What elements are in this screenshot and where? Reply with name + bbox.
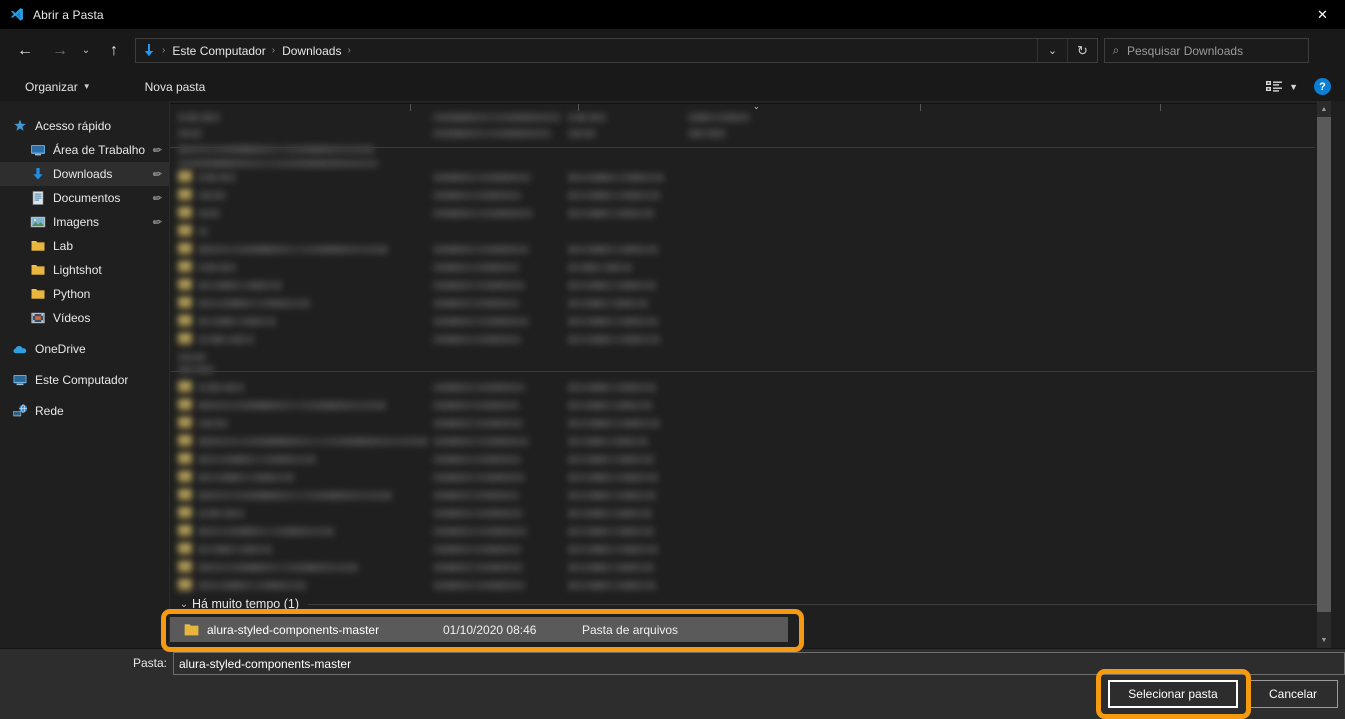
folder-icon <box>30 262 46 278</box>
new-folder-button[interactable]: Nova pasta <box>139 76 212 98</box>
cloud-icon <box>12 341 28 357</box>
sidebar-item-label: Este Computador <box>35 373 129 387</box>
file-type: Pasta de arquivos <box>582 622 679 637</box>
open-folder-dialog: Abrir a Pasta ✕ ← → ⌄ ↑ › Este Computado… <box>0 0 1345 719</box>
sidebar-item-onedrive[interactable]: OneDrive <box>0 337 169 361</box>
folder-icon <box>30 286 46 302</box>
path-input-value: alura-styled-components-master <box>179 656 352 671</box>
folder-icon <box>30 238 46 254</box>
help-button[interactable]: ? <box>1314 78 1331 95</box>
sidebar-item-imagens[interactable]: Imagens ✐ <box>0 210 169 234</box>
list-view-icon[interactable] <box>1265 79 1285 95</box>
sidebar-item-label: Downloads <box>53 167 113 181</box>
command-bar: Organizar ▼ Nova pasta ▼ ? <box>0 72 1345 101</box>
pin-icon: ✐ <box>148 142 164 158</box>
file-date: 01/10/2020 08:46 <box>443 622 537 637</box>
file-group-title: Há muito tempo (1) <box>192 597 299 611</box>
sidebar-item-label: Área de Trabalho <box>53 143 146 157</box>
scrollbar-thumb[interactable] <box>1317 117 1331 612</box>
search-box[interactable]: ⌕ Pesquisar Downloads <box>1104 38 1309 63</box>
breadcrumb-separator-2: › <box>347 45 351 56</box>
breadcrumb-separator-1: › <box>271 45 276 56</box>
sidebar-item-label: Python <box>53 287 91 301</box>
forward-button[interactable]: → <box>47 36 73 66</box>
breadcrumb-separator-0: › <box>162 45 166 56</box>
vscode-logo-icon <box>9 7 25 23</box>
new-folder-label: Nova pasta <box>144 79 206 94</box>
navigation-bar: ← → ⌄ ↑ › Este Computador › Downloads › … <box>0 29 1345 72</box>
scroll-up-arrow-icon[interactable]: ▲ <box>1317 101 1331 117</box>
breadcrumb-item-1[interactable]: Downloads <box>279 44 344 58</box>
organize-button[interactable]: Organizar ▼ <box>19 76 97 98</box>
chevron-down-icon: ▼ <box>82 82 91 91</box>
select-folder-button[interactable]: Selecionar pasta <box>1108 680 1238 708</box>
search-input[interactable]: Pesquisar Downloads <box>1127 44 1243 58</box>
path-input[interactable]: alura-styled-components-master <box>173 652 1345 675</box>
pin-icon: ✐ <box>148 166 164 182</box>
download-arrow-icon <box>30 166 46 182</box>
back-button[interactable]: ← <box>12 36 38 66</box>
desktop-monitor-icon <box>30 142 46 158</box>
vertical-scrollbar[interactable]: ▲ ▼ <box>1317 101 1331 648</box>
navigation-pane: Acesso rápido Área de Trabalho ✐ Downloa… <box>0 101 170 648</box>
title-bar: Abrir a Pasta ✕ <box>0 0 1345 29</box>
sidebar-item-rede[interactable]: Rede <box>0 399 169 423</box>
sidebar-item-area-de-trabalho[interactable]: Área de Trabalho ✐ <box>0 138 169 162</box>
breadcrumb-item-0[interactable]: Este Computador <box>169 44 268 58</box>
view-options-chevron-icon[interactable]: ▼ <box>1289 82 1298 92</box>
folder-icon <box>184 623 199 636</box>
star-icon <box>12 118 28 134</box>
pin-icon: ✐ <box>148 214 164 230</box>
search-icon: ⌕ <box>1112 43 1120 57</box>
group-rule <box>307 603 1321 605</box>
file-list-pane[interactable]: ⌄ ⌄ Há muito tempo (1) alura-styled-comp… <box>170 101 1331 648</box>
window-title: Abrir a Pasta <box>33 7 104 22</box>
sidebar-item-lightshot[interactable]: Lightshot <box>0 258 169 282</box>
file-name: alura-styled-components-master <box>207 622 380 637</box>
picture-icon <box>30 214 46 230</box>
recent-locations-icon[interactable]: ⌄ <box>78 36 94 66</box>
sidebar-item-label: Vídeos <box>53 311 91 325</box>
sidebar-item-documentos[interactable]: Documentos ✐ <box>0 186 169 210</box>
redacted-file-entries <box>170 109 1331 599</box>
chevron-down-icon[interactable]: ⌄ <box>1037 39 1067 62</box>
cancel-button[interactable]: Cancelar <box>1248 680 1338 708</box>
path-label: Pasta: <box>133 656 168 670</box>
sidebar-item-acesso-rapido[interactable]: Acesso rápido <box>0 114 169 138</box>
dialog-body: Acesso rápido Área de Trabalho ✐ Downloa… <box>0 101 1345 648</box>
sidebar-item-label: Lab <box>53 239 74 253</box>
computer-icon <box>12 372 28 388</box>
file-group-header[interactable]: ⌄ Há muito tempo (1) <box>176 594 1321 614</box>
sidebar-item-label: Lightshot <box>53 263 102 277</box>
address-bar[interactable]: › Este Computador › Downloads › ⌄ ↻ <box>135 38 1098 63</box>
organize-label: Organizar <box>25 79 78 94</box>
network-icon <box>12 403 28 419</box>
sidebar-item-python[interactable]: Python <box>0 282 169 306</box>
sidebar-item-label: Documentos <box>53 191 121 205</box>
sidebar-item-label: Acesso rápido <box>35 119 112 133</box>
up-button[interactable]: ↑ <box>101 36 127 66</box>
downloads-arrow-icon <box>141 43 157 59</box>
sidebar-item-este-computador[interactable]: Este Computador <box>0 368 169 392</box>
sidebar-item-label: Imagens <box>53 215 100 229</box>
close-icon[interactable]: ✕ <box>1300 0 1345 29</box>
chevron-down-icon[interactable]: ⌄ <box>176 599 192 610</box>
sidebar-item-lab[interactable]: Lab <box>0 234 169 258</box>
refresh-icon[interactable]: ↻ <box>1067 39 1097 62</box>
pin-icon: ✐ <box>148 190 164 206</box>
scroll-down-arrow-icon[interactable]: ▼ <box>1317 632 1331 648</box>
table-row[interactable]: alura-styled-components-master 01/10/202… <box>170 617 788 642</box>
sidebar-item-downloads[interactable]: Downloads ✐ <box>0 162 169 186</box>
column-header-row[interactable] <box>170 101 1331 104</box>
document-icon <box>30 190 46 206</box>
sidebar-item-videos[interactable]: Vídeos <box>0 306 169 330</box>
sidebar-item-label: Rede <box>35 404 64 418</box>
sidebar-item-label: OneDrive <box>35 342 86 356</box>
video-icon <box>30 310 46 326</box>
